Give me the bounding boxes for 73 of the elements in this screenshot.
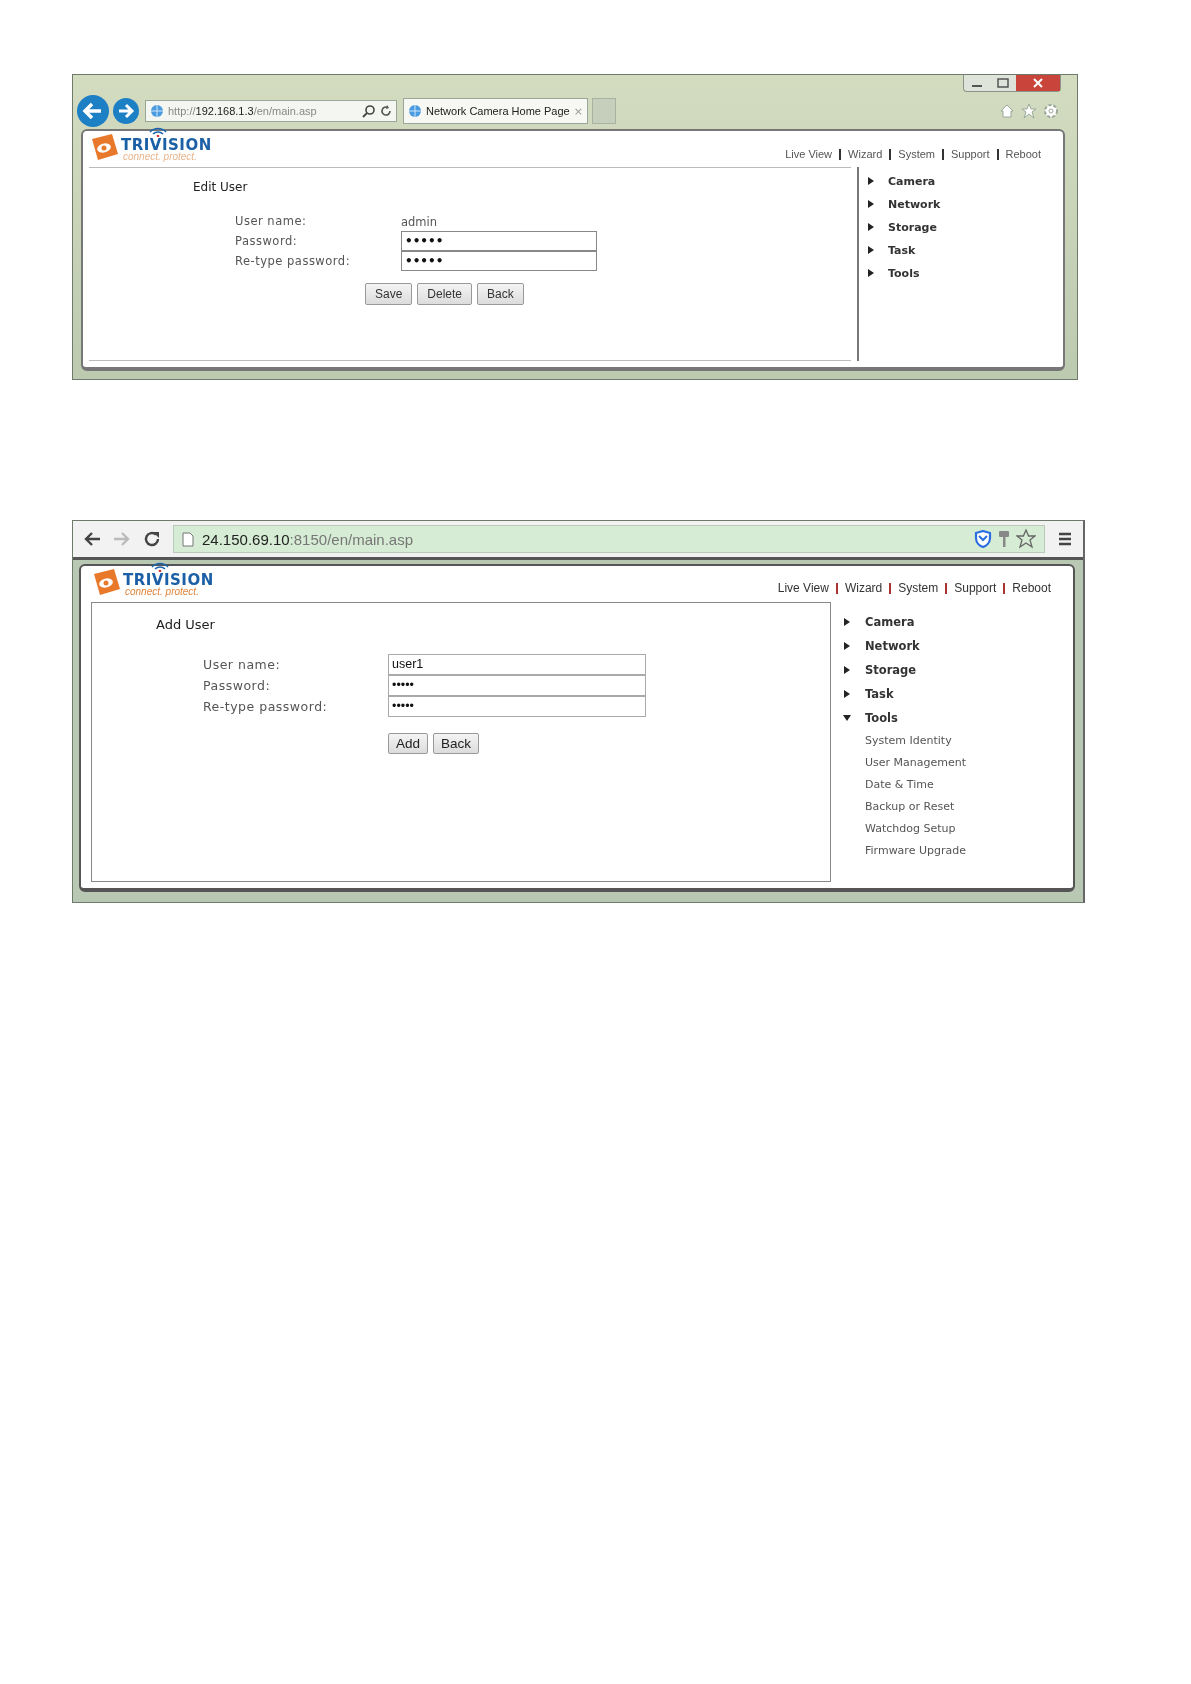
field-label: User name: xyxy=(203,656,282,674)
menu-item[interactable]: Network xyxy=(865,639,920,653)
field-label: Password: xyxy=(235,232,299,250)
menu-item[interactable]: Task xyxy=(865,687,894,701)
menu-item[interactable]: Tools xyxy=(865,711,898,725)
nav-link[interactable]: Reboot xyxy=(1012,581,1051,595)
settings-icon[interactable] xyxy=(1043,103,1059,119)
input-field[interactable]: user1 xyxy=(388,654,646,675)
submenu-item[interactable]: User Management xyxy=(843,752,967,774)
menu-item[interactable]: Tools xyxy=(888,266,920,280)
forward-icon[interactable] xyxy=(113,98,139,124)
globe-icon xyxy=(150,104,164,118)
input-field[interactable]: ••••• xyxy=(401,231,597,251)
back-icon[interactable] xyxy=(77,95,109,127)
menu-item[interactable]: Storage xyxy=(888,220,937,234)
form-button[interactable]: Delete xyxy=(417,283,473,305)
nav-link[interactable]: Support xyxy=(954,581,997,595)
form-button[interactable]: Back xyxy=(477,283,524,305)
wifi-icon xyxy=(149,125,167,137)
home-icon[interactable] xyxy=(999,103,1015,119)
submenu-item[interactable]: Watchdog Setup xyxy=(843,818,967,840)
submenu-item[interactable]: Date & Time xyxy=(843,774,967,796)
field-label: User name: xyxy=(235,213,308,230)
close-icon[interactable] xyxy=(1016,75,1060,91)
nav-link[interactable]: Support xyxy=(951,148,990,160)
reload-icon[interactable] xyxy=(143,530,161,548)
form-button[interactable]: Add xyxy=(388,733,429,754)
page-icon xyxy=(182,531,194,547)
logo-tagline: connect. protect. xyxy=(124,585,200,597)
key-icon[interactable] xyxy=(998,530,1010,548)
field-label: Password: xyxy=(203,677,272,695)
menu-item[interactable]: Storage xyxy=(865,663,917,677)
star-icon[interactable] xyxy=(1016,529,1036,549)
shield-icon[interactable] xyxy=(974,530,992,548)
search-icon[interactable] xyxy=(362,104,376,118)
nav-link[interactable]: System xyxy=(898,581,939,595)
logo-icon xyxy=(91,568,121,598)
menu-item[interactable]: Camera xyxy=(865,615,915,629)
input-field[interactable]: ••••• xyxy=(401,251,597,271)
logo-icon xyxy=(89,133,119,163)
nav-link[interactable]: Live View xyxy=(777,581,829,595)
form-button[interactable]: Back xyxy=(433,733,480,754)
wifi-icon xyxy=(151,560,169,572)
submenu-item[interactable]: Backup or Reset xyxy=(843,796,967,818)
nav-link[interactable]: Reboot xyxy=(1005,148,1041,160)
address-text: 24.150.69.10:8150/en/main.asp xyxy=(202,530,414,548)
refresh-icon[interactable] xyxy=(380,104,392,118)
input-field[interactable]: ••••• xyxy=(388,696,646,717)
address-bar[interactable]: http://192.168.1.3/en/main.asp xyxy=(145,100,397,122)
globe-icon xyxy=(408,104,422,118)
form-title: Edit User xyxy=(193,180,249,194)
submenu-item[interactable]: System Identity xyxy=(843,730,967,752)
submenu-item[interactable]: Firmware Upgrade xyxy=(843,840,967,862)
nav-link[interactable]: Live View xyxy=(785,148,833,160)
address-text: http://192.168.1.3/en/main.asp xyxy=(168,105,318,117)
nav-link[interactable]: Wizard xyxy=(844,581,883,595)
star-icon[interactable] xyxy=(1021,103,1037,119)
form-title: Add User xyxy=(156,617,216,632)
form-button[interactable]: Save xyxy=(365,283,413,305)
field-label: Re-type password: xyxy=(235,252,351,270)
field-value: admin xyxy=(401,214,439,229)
field-label: Re-type password: xyxy=(203,698,329,716)
address-bar[interactable]: 24.150.69.10:8150/en/main.asp xyxy=(173,525,1045,553)
menu-item[interactable]: Task xyxy=(888,243,916,257)
back-icon[interactable] xyxy=(83,531,101,547)
input-field[interactable]: ••••• xyxy=(388,675,646,696)
tab-title: Network Camera Home Page xyxy=(426,105,570,117)
nav-link[interactable]: System xyxy=(898,148,935,160)
menu-item[interactable]: Network xyxy=(888,197,941,211)
menu-item[interactable]: Camera xyxy=(888,174,936,188)
menu-icon[interactable] xyxy=(1057,531,1073,547)
nav-link[interactable]: Wizard xyxy=(848,148,883,160)
browser-tab[interactable]: Network Camera Home Page × xyxy=(403,98,588,124)
